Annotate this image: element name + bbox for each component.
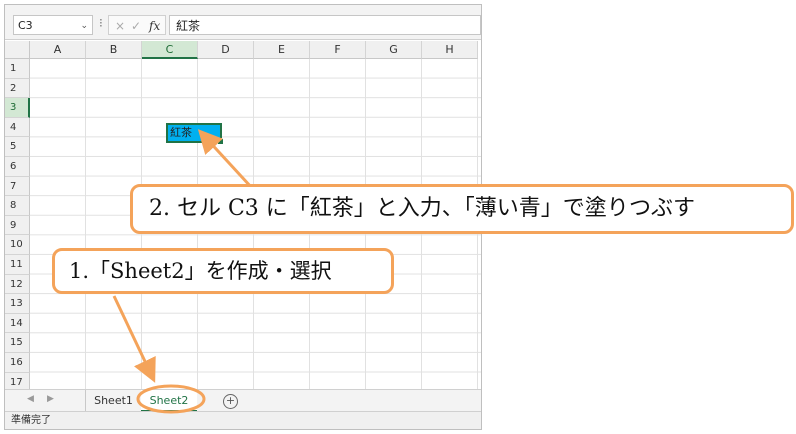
status-bar: 準備完了: [5, 411, 481, 429]
column-header-h[interactable]: H: [422, 41, 478, 59]
insert-function-icon[interactable]: fx: [149, 16, 160, 36]
column-header-d[interactable]: D: [198, 41, 254, 59]
row-header-9[interactable]: 9: [5, 215, 30, 236]
sheet-nav-prev-icon[interactable]: ◀: [27, 394, 34, 404]
row-header-12[interactable]: 12: [5, 274, 30, 295]
cell-c3-value: 紅茶: [170, 126, 192, 139]
cancel-icon[interactable]: ×: [115, 16, 125, 36]
row-header-14[interactable]: 14: [5, 313, 30, 334]
chevron-down-icon[interactable]: ⌄: [80, 16, 88, 36]
formula-bar-separator[interactable]: ⁝: [99, 16, 103, 30]
column-header-g[interactable]: G: [366, 41, 422, 59]
column-header-a[interactable]: A: [30, 41, 86, 59]
column-header-e[interactable]: E: [254, 41, 310, 59]
row-header-3[interactable]: 3: [5, 98, 30, 118]
formula-buttons: × ✓ fx: [108, 15, 166, 35]
row-header-10[interactable]: 10: [5, 235, 30, 255]
formula-input[interactable]: 紅茶: [169, 15, 481, 35]
tab-sheet1[interactable]: Sheet1: [85, 390, 141, 412]
row-header-11[interactable]: 11: [5, 255, 30, 275]
row-header-13[interactable]: 13: [5, 294, 30, 314]
add-sheet-icon[interactable]: +: [223, 394, 238, 409]
name-box-value: C3: [18, 19, 33, 32]
row-header-16[interactable]: 16: [5, 353, 30, 373]
fill-handle[interactable]: [217, 138, 224, 145]
row-header-7[interactable]: 7: [5, 176, 30, 197]
sheet-nav-next-icon[interactable]: ▶: [47, 394, 54, 404]
column-header-c[interactable]: C: [142, 41, 198, 59]
select-all-corner[interactable]: [5, 41, 30, 59]
callout-step-2: 2. セル C3 に「紅茶」と入力、「薄い青」で塗りつぶす: [130, 184, 794, 234]
row-header-8[interactable]: 8: [5, 196, 30, 216]
formula-bar: C3 ⌄ ⁝ × ✓ fx 紅茶: [5, 5, 481, 40]
row-header-2[interactable]: 2: [5, 78, 30, 99]
row-header-1[interactable]: 1: [5, 59, 30, 79]
column-header-b[interactable]: B: [86, 41, 142, 59]
cell-c3[interactable]: 紅茶: [166, 123, 224, 145]
row-header-5[interactable]: 5: [5, 137, 30, 157]
row-header-15[interactable]: 15: [5, 333, 30, 353]
column-header-f[interactable]: F: [310, 41, 366, 59]
row-header-4[interactable]: 4: [5, 117, 30, 138]
row-header-6[interactable]: 6: [5, 157, 30, 177]
tab-sheet2[interactable]: Sheet2: [141, 390, 197, 412]
callout-step-1: 1.「Sheet2」を作成・選択: [52, 248, 394, 294]
sheet-tab-bar: ◀ ▶ Sheet1 Sheet2 +: [5, 389, 481, 412]
name-box[interactable]: C3 ⌄: [13, 15, 93, 35]
enter-icon[interactable]: ✓: [131, 16, 141, 36]
